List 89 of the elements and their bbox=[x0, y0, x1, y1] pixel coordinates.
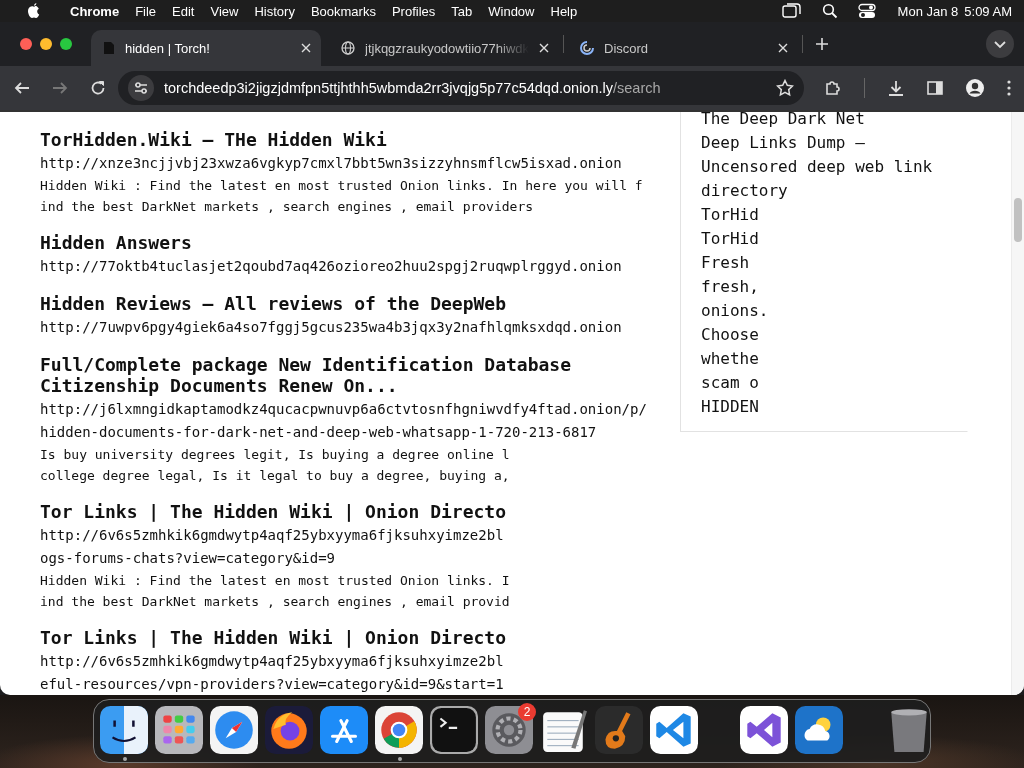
guitar-icon[interactable] bbox=[595, 706, 643, 754]
site-settings-icon[interactable] bbox=[128, 75, 154, 101]
sidebar-text: onions. bbox=[701, 300, 770, 322]
reload-icon[interactable] bbox=[90, 80, 106, 96]
sidebar-text: Choose bbox=[701, 324, 760, 346]
menu-item[interactable]: Window bbox=[480, 3, 543, 19]
result-title[interactable]: Hidden Reviews – All reviews of the DeepWeb bbox=[40, 293, 640, 314]
face-icon[interactable] bbox=[100, 706, 148, 754]
menu-date[interactable]: Mon Jan 8 bbox=[897, 3, 959, 19]
result-url: http://j6lxmngidkaptamodkz4qucacpwnuvp6a6ctvtosnfhgniwvdfy4ftad.onion/p/ bbox=[40, 400, 648, 419]
gear-icon[interactable] bbox=[485, 706, 533, 754]
download-icon[interactable] bbox=[887, 79, 905, 97]
sidebar-text: Uncensored deep web link bbox=[701, 156, 934, 178]
result-title[interactable]: TorHidden.Wiki – THe Hidden Wiki bbox=[40, 129, 640, 150]
menu-item[interactable]: Help bbox=[542, 3, 586, 19]
sidebar-text: Deep Links Dump – bbox=[701, 132, 866, 154]
terminal-icon[interactable] bbox=[430, 706, 478, 754]
ribbon-icon[interactable] bbox=[740, 706, 788, 754]
browser-tab[interactable]: Discord bbox=[568, 30, 798, 66]
result-url: http://xnze3ncjjvbj23xwza6vgkyp7cmxl7bbt5wn3sizzyhnsmflcw5isxad.onion bbox=[40, 154, 623, 173]
back-icon[interactable] bbox=[14, 80, 30, 96]
sidebar-text: scam o bbox=[701, 372, 760, 394]
result-url: http://77oktb4tuclasjet2qoubd7aq426ozioreo2huu2spgj2ruqwplrggyd.onion bbox=[40, 257, 623, 276]
result-url: http://6v6s5zmhkik6gmdwytp4aqf25ybxyyma6fjksuhxyimze2bl bbox=[40, 652, 505, 671]
result-title[interactable]: Tor Links | The Hidden Wiki | Onion Directo bbox=[40, 627, 640, 648]
menu-item[interactable]: Edit bbox=[164, 3, 203, 19]
browser-tab[interactable]: hidden | Torch! bbox=[91, 30, 321, 66]
star-icon[interactable] bbox=[776, 79, 794, 97]
menu-item[interactable]: Tab bbox=[443, 3, 481, 19]
result-snippet: ind the best DarkNet markets , search engines , email providers bbox=[40, 198, 535, 216]
zoom-window-icon[interactable] bbox=[60, 38, 72, 50]
profile-icon[interactable] bbox=[965, 78, 985, 98]
menu-item[interactable]: Bookmarks bbox=[302, 3, 384, 19]
app-store-icon[interactable] bbox=[320, 706, 368, 754]
apple-icon bbox=[26, 3, 40, 19]
tab-search-icon[interactable] bbox=[986, 30, 1014, 58]
close-window-icon[interactable] bbox=[20, 38, 32, 50]
globe-icon bbox=[341, 41, 355, 55]
sidebar-text: The Deep Dark Net bbox=[701, 112, 866, 130]
app-grid-icon[interactable] bbox=[155, 706, 203, 754]
menu-item[interactable]: Profiles bbox=[383, 3, 444, 19]
windows-icon[interactable] bbox=[781, 3, 802, 19]
app-menu[interactable]: Chrome bbox=[62, 3, 128, 19]
result-url: eful-resources/vpn-providers?view=category&id=9&start=1 bbox=[40, 675, 505, 694]
result-snippet: Is buy university degrees legit, Is buying a degree online l bbox=[40, 446, 511, 464]
result-url: http://7uwpv6pgy4giek6a4so7fggj5gcus235wa4b3jqx3y2nafhlqmksxdqd.onion bbox=[40, 318, 623, 337]
menu-time[interactable]: 5:09 AM bbox=[964, 3, 1012, 19]
fox-globe-icon[interactable] bbox=[265, 706, 313, 754]
result-url: ogs-forums-chats?view=category&id=9 bbox=[40, 549, 336, 568]
result-url: hidden-documents-for-dark-net-and-deep-web-whatsapp-1-720-213-6817 bbox=[40, 423, 598, 442]
address-field[interactable]: torchdeedp3i2jigzjdmfpn5ttjhthh5wbmda2rr3jvqjg5p77c54dqd.onion.ly/search bbox=[118, 71, 804, 105]
result-title[interactable]: Hidden Answers bbox=[40, 232, 640, 253]
sidebar-text: fresh, bbox=[701, 276, 760, 298]
sidebar-text: directory bbox=[701, 180, 789, 202]
result-snippet: Hidden Wiki : Find the latest en most trusted Onion links. In here you will f bbox=[40, 177, 644, 195]
result-snippet: Hidden Wiki : Find the latest en most trusted Onion links. I bbox=[40, 572, 511, 590]
scrollbar-thumb[interactable] bbox=[1014, 198, 1022, 242]
search-icon[interactable] bbox=[821, 3, 838, 19]
close-tab-icon[interactable] bbox=[539, 43, 549, 53]
code-ribbon-icon[interactable] bbox=[650, 706, 698, 754]
new-tab-icon[interactable] bbox=[815, 37, 829, 51]
result-snippet: ind the best DarkNet markets , search engines , email provid bbox=[40, 593, 511, 611]
sidebar-text: TorHid bbox=[701, 204, 760, 226]
sidebar-text: Fresh bbox=[701, 252, 751, 274]
more-icon[interactable] bbox=[1007, 80, 1011, 96]
sidebar-text: HIDDEN bbox=[701, 396, 760, 418]
result-snippet: college degree legal, Is it legal to buy a degree, buying a, bbox=[40, 467, 511, 485]
result-title[interactable]: Full/Complete package New Identification Database Citizenship Documents Renew On... bbox=[40, 354, 640, 396]
forward-icon[interactable] bbox=[52, 80, 68, 96]
menu-item[interactable]: View bbox=[202, 3, 247, 19]
menu-item[interactable]: File bbox=[127, 3, 165, 19]
page-icon bbox=[103, 41, 115, 55]
swirl-icon bbox=[580, 41, 594, 55]
puzzle-icon[interactable] bbox=[824, 79, 842, 97]
result-title[interactable]: Tor Links | The Hidden Wiki | Onion Directo bbox=[40, 501, 640, 522]
close-tab-icon[interactable] bbox=[301, 43, 311, 53]
cloud-sun-icon[interactable] bbox=[795, 706, 843, 754]
running-indicator bbox=[123, 757, 127, 761]
sidebar-text: whethe bbox=[701, 348, 760, 370]
notification-badge: 2 bbox=[518, 703, 536, 721]
menu-item[interactable]: History bbox=[246, 3, 303, 19]
minimize-window-icon[interactable] bbox=[40, 38, 52, 50]
running-indicator bbox=[398, 757, 402, 761]
close-tab-icon[interactable] bbox=[778, 43, 788, 53]
toggles-icon[interactable] bbox=[857, 3, 876, 19]
sidebar-text: TorHid bbox=[701, 228, 760, 250]
side-panel-icon[interactable] bbox=[927, 80, 943, 96]
result-url: http://6v6s5zmhkik6gmdwytp4aqf25ybxyyma6fjksuhxyimze2bl bbox=[40, 526, 505, 545]
compass-icon[interactable] bbox=[210, 706, 258, 754]
